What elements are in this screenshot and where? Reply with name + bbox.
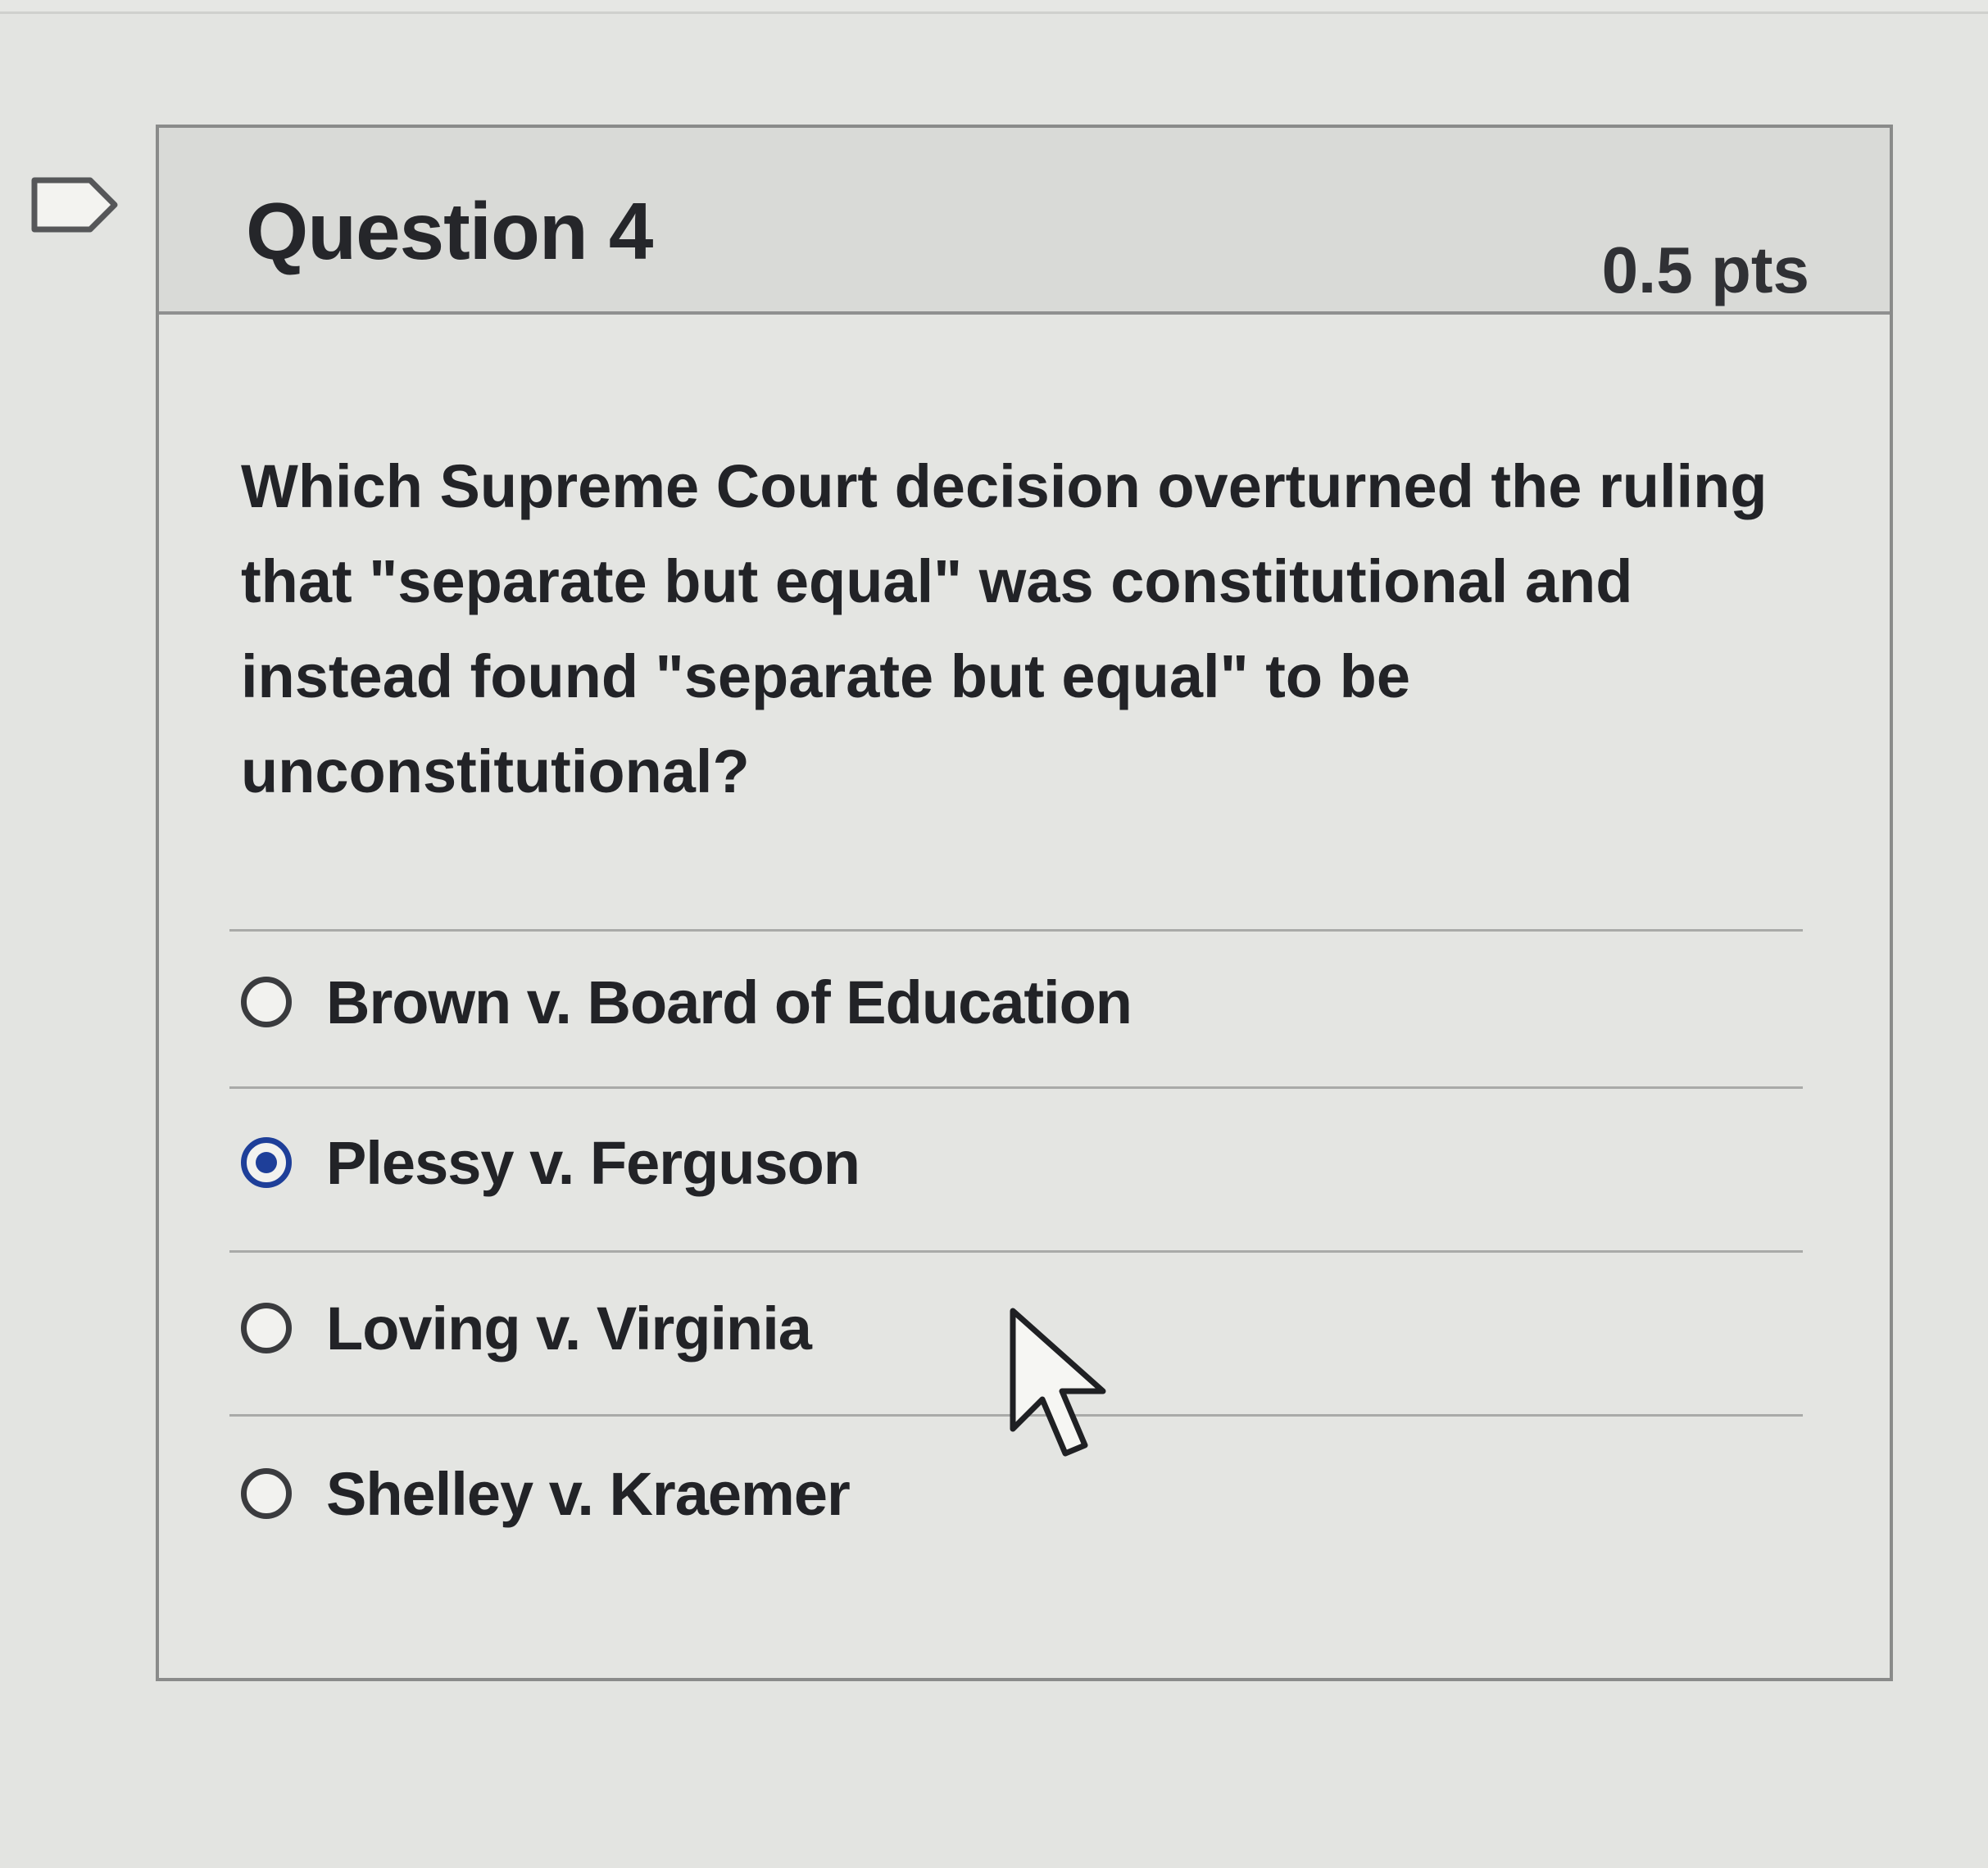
answer-option-shelley-v-kraemer[interactable]: Shelley v. Kraemer [241,1449,1749,1539]
question-header: Question 4 0.5 pts [159,128,1890,315]
answer-divider [229,1086,1803,1089]
answer-option-plessy-v-ferguson[interactable]: Plessy v. Ferguson [241,1118,1749,1208]
radio-button-unselected[interactable] [241,1468,292,1519]
answer-label: Loving v. Virginia [326,1294,812,1362]
answer-label: Brown v. Board of Education [326,968,1132,1036]
question-title: Question 4 [246,186,653,276]
answer-label: Shelley v. Kraemer [326,1459,851,1528]
answer-divider [229,929,1803,932]
answer-label: Plessy v. Ferguson [326,1128,860,1197]
page-top-edge [0,0,1988,14]
flag-question-icon[interactable] [31,175,120,234]
radio-button-selected[interactable] [241,1137,292,1188]
radio-button-unselected[interactable] [241,977,292,1027]
answer-option-brown-v-board[interactable]: Brown v. Board of Education [241,957,1749,1047]
mouse-pointer-icon [1010,1308,1106,1457]
answer-option-loving-v-virginia[interactable]: Loving v. Virginia [241,1283,1749,1373]
answer-divider [229,1250,1803,1253]
question-text: Which Supreme Court decision overturned … [241,452,1768,805]
question-points: 0.5 pts [1601,234,1809,306]
radio-button-unselected[interactable] [241,1303,292,1353]
